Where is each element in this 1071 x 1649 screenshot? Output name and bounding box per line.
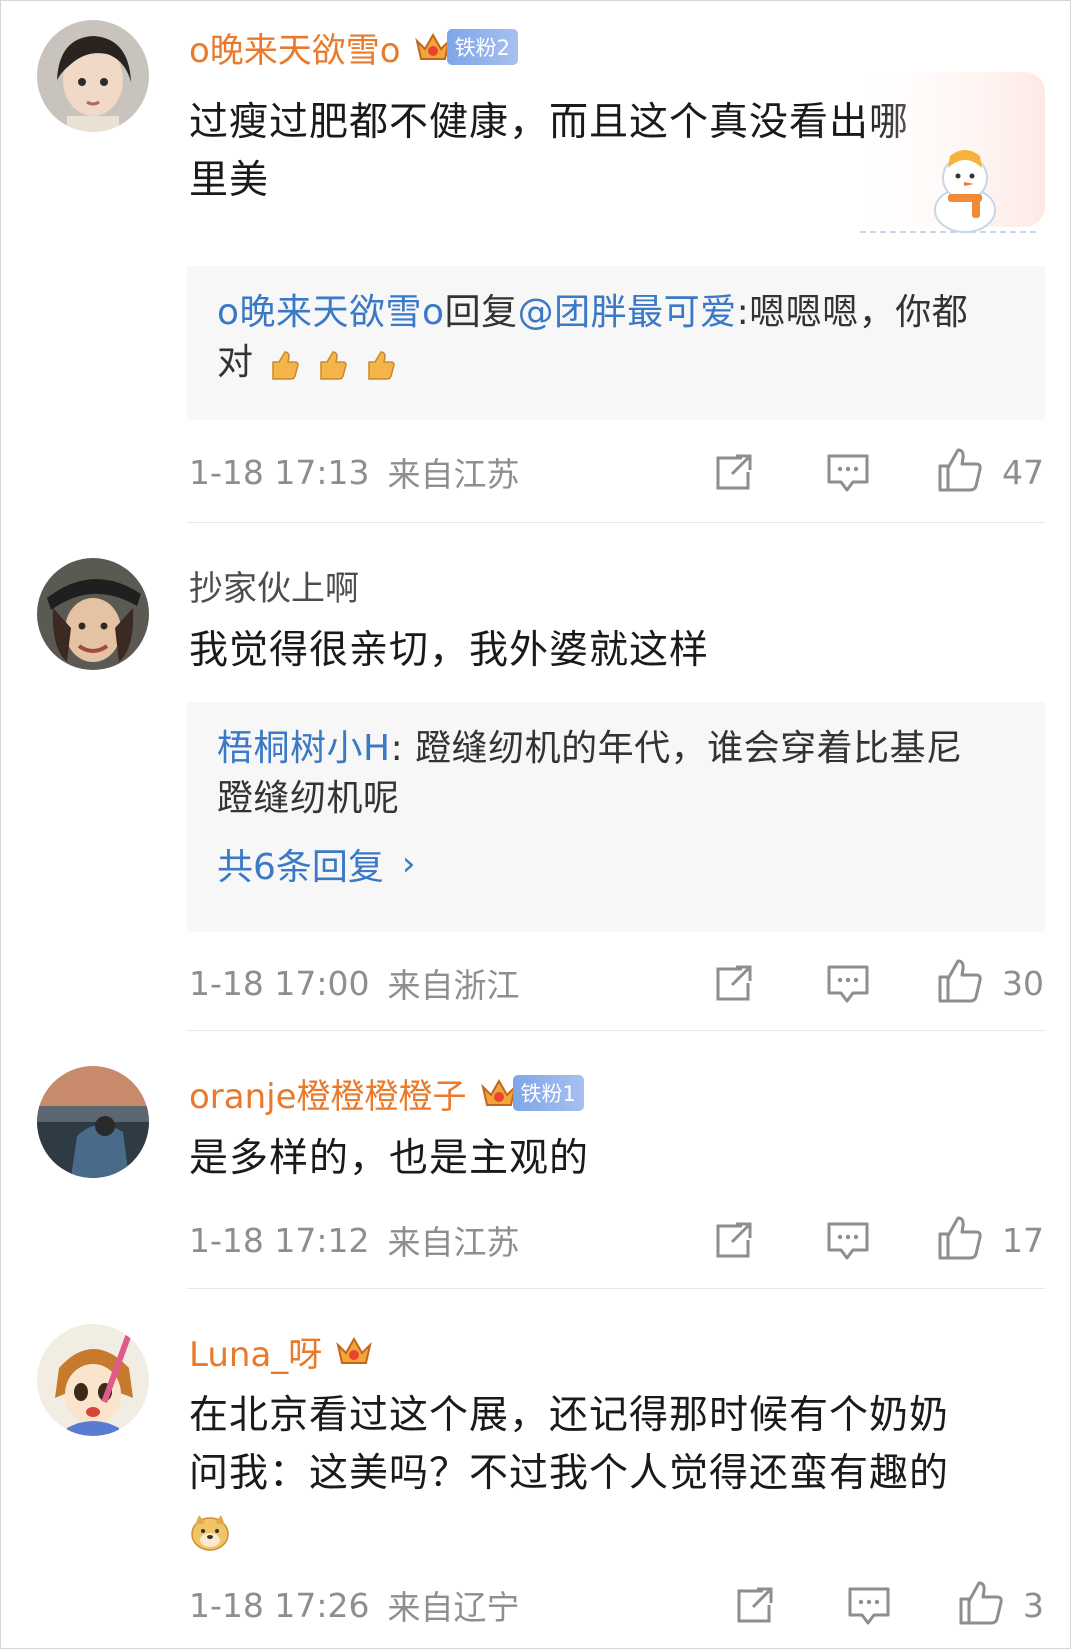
reply-button[interactable] bbox=[825, 1215, 871, 1265]
reply-box[interactable]: 梧桐树小H: 蹬缝纫机的年代，谁会穿着比基尼 蹬缝纫机呢 共6条回复 › bbox=[187, 702, 1045, 932]
fan-badge[interactable]: 铁粉2 bbox=[446, 29, 518, 65]
like-icon bbox=[959, 1581, 1003, 1625]
share-button[interactable] bbox=[712, 447, 756, 497]
reply-text-line2: 蹬缝纫机呢 bbox=[217, 778, 400, 819]
thumbs-up-emoji bbox=[320, 351, 348, 380]
avatar[interactable] bbox=[37, 1066, 149, 1178]
share-button[interactable] bbox=[712, 958, 756, 1008]
share-icon bbox=[716, 1222, 752, 1258]
share-icon bbox=[716, 965, 752, 1001]
reply-text: 梧桐树小H: 蹬缝纫机的年代，谁会穿着比基尼 bbox=[217, 728, 963, 769]
avatar[interactable] bbox=[37, 1324, 149, 1436]
reply-author[interactable]: o晚来天欲雪o bbox=[217, 292, 445, 333]
share-icon bbox=[716, 454, 752, 490]
avatar[interactable] bbox=[37, 20, 149, 132]
thumbs-up-emoji bbox=[272, 351, 300, 380]
comment-meta: 1-18 17:00 来自浙江 bbox=[189, 958, 520, 1008]
divider bbox=[187, 1288, 1045, 1289]
reply-mention[interactable]: @团胖最可爱 bbox=[518, 292, 737, 333]
username-row: o晚来天欲雪o 铁粉2 bbox=[189, 22, 518, 72]
divider bbox=[187, 522, 1045, 523]
comment-time: 1-18 17:13 bbox=[189, 452, 370, 492]
comment-text: 在北京看过这个展，还记得那时候有个奶奶 问我：这美吗？不过我个人觉得还蛮有趣的 bbox=[189, 1387, 1049, 1561]
comment-icon bbox=[848, 1587, 890, 1625]
username-row: oranje橙橙橙橙子 铁粉1 bbox=[189, 1068, 584, 1118]
like-button[interactable] bbox=[936, 956, 984, 1006]
like-icon bbox=[938, 1216, 982, 1260]
like-count: 30 bbox=[1002, 963, 1044, 1003]
username[interactable]: o晚来天欲雪o bbox=[189, 23, 401, 72]
comment-location: 来自辽宁 bbox=[387, 1588, 520, 1627]
like-button[interactable] bbox=[936, 445, 984, 495]
share-button[interactable] bbox=[712, 1215, 756, 1265]
comment-icon bbox=[827, 965, 869, 1003]
username[interactable]: oranje橙橙橙橙子 bbox=[189, 1069, 467, 1118]
comment-location: 来自江苏 bbox=[387, 455, 520, 494]
comment-icon bbox=[827, 1222, 869, 1260]
like-icon bbox=[938, 448, 982, 492]
comment-text: 是多样的，也是主观的 bbox=[189, 1136, 590, 1181]
comment-location: 来自浙江 bbox=[387, 966, 520, 1005]
comment-time: 1-18 17:26 bbox=[189, 1585, 370, 1625]
reply-button[interactable] bbox=[825, 958, 871, 1008]
comment-meta: 1-18 17:12 来自江苏 bbox=[189, 1215, 520, 1265]
reply-text: o晚来天欲雪o回复@团胖最可爱:嗯嗯嗯，你都 bbox=[217, 292, 969, 333]
like-count: 47 bbox=[1002, 452, 1044, 492]
doge-emoji bbox=[191, 1515, 229, 1551]
like-count: 17 bbox=[1002, 1220, 1044, 1260]
crown-icon bbox=[336, 1336, 373, 1364]
thumbs-up-emoji bbox=[368, 351, 396, 380]
comment-icon bbox=[827, 454, 869, 492]
snowman-decoration bbox=[860, 72, 1045, 233]
comment-time: 1-18 17:12 bbox=[189, 1220, 370, 1260]
comment-time: 1-18 17:00 bbox=[189, 963, 370, 1003]
reply-author[interactable]: 梧桐树小H bbox=[217, 728, 391, 769]
share-button[interactable] bbox=[733, 1580, 777, 1630]
more-replies-link[interactable]: 共6条回复 › bbox=[217, 838, 1015, 890]
fan-badge[interactable]: 铁粉1 bbox=[512, 1075, 584, 1111]
username-row: 抄家伙上啊 bbox=[189, 560, 359, 610]
username-row: Luna_呀 bbox=[189, 1326, 374, 1376]
chevron-right-icon: › bbox=[401, 844, 416, 884]
comment-text: 我觉得很亲切，我外婆就这样 bbox=[189, 628, 710, 673]
reply-button[interactable] bbox=[846, 1580, 892, 1630]
comment-location: 来自江苏 bbox=[387, 1223, 520, 1262]
divider bbox=[187, 1030, 1045, 1031]
username[interactable]: Luna_呀 bbox=[189, 1327, 322, 1376]
like-icon bbox=[938, 959, 982, 1003]
reply-text-line2: 对 bbox=[217, 338, 1015, 388]
like-count: 3 bbox=[1023, 1585, 1044, 1625]
username[interactable]: 抄家伙上啊 bbox=[189, 561, 359, 610]
like-button[interactable] bbox=[936, 1213, 984, 1263]
avatar[interactable] bbox=[37, 558, 149, 670]
like-button[interactable] bbox=[957, 1578, 1005, 1628]
share-icon bbox=[737, 1587, 773, 1623]
comment-meta: 1-18 17:13 来自江苏 bbox=[189, 447, 520, 497]
reply-box[interactable]: o晚来天欲雪o回复@团胖最可爱:嗯嗯嗯，你都 对 bbox=[187, 266, 1045, 420]
reply-button[interactable] bbox=[825, 447, 871, 497]
comment-meta: 1-18 17:26 来自辽宁 bbox=[189, 1580, 520, 1630]
